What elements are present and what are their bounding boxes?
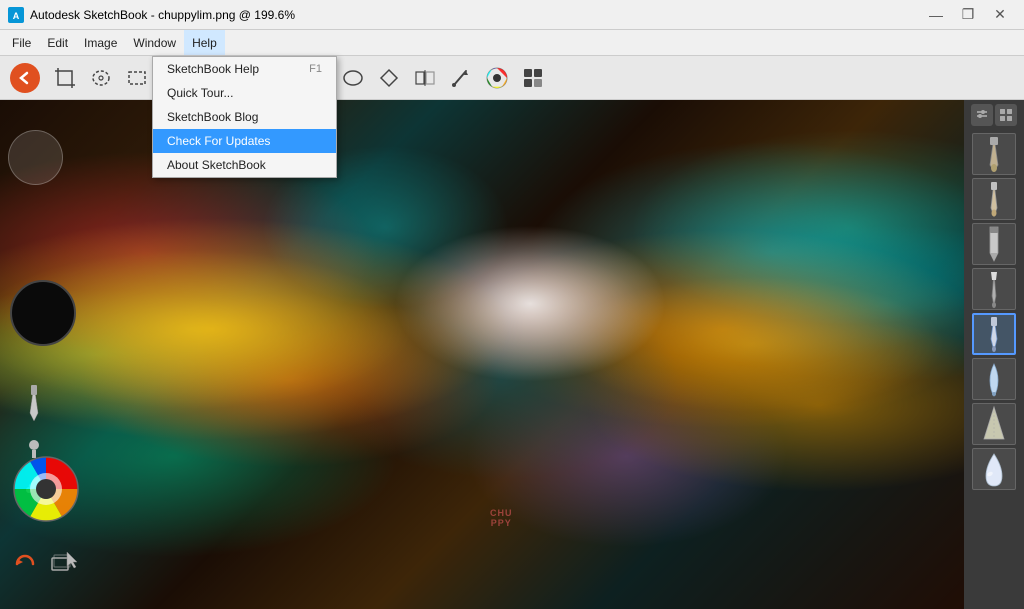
right-panel-icon2[interactable] <box>995 104 1017 126</box>
ellipse-icon <box>342 67 364 89</box>
brush-thumb-pen[interactable] <box>972 313 1016 355</box>
brush-thumb-triangle[interactable] <box>972 403 1016 445</box>
shape-icon <box>378 67 400 89</box>
undo-icon <box>13 552 37 576</box>
right-panel-top-row <box>971 104 1017 126</box>
menu-window[interactable]: Window <box>125 30 184 55</box>
menu-item-shortcut: F1 <box>309 63 322 75</box>
help-dropdown-menu: SketchBook Help F1 Quick Tour... SketchB… <box>152 56 337 178</box>
brush-water-icon <box>976 360 1012 398</box>
layers-icon <box>522 67 544 89</box>
menu-image[interactable]: Image <box>76 30 125 55</box>
brush-thumb-drop[interactable] <box>972 448 1016 490</box>
layers-button[interactable] <box>516 61 550 95</box>
brush-thumb-hard-pencil[interactable] <box>972 133 1016 175</box>
brush-triangle-icon <box>976 405 1012 443</box>
canvas-area[interactable]: CHUPPY <box>0 100 964 609</box>
close-button[interactable]: ✕ <box>984 0 1016 30</box>
menu-item-label: SketchBook Blog <box>167 110 258 124</box>
pointer-icon <box>63 548 85 570</box>
artwork-color-overlay <box>0 100 964 609</box>
pointer-tool-button[interactable] <box>60 545 88 573</box>
crop-tool-button[interactable] <box>48 61 82 95</box>
titlebar: A Autodesk SketchBook - chuppylim.png @ … <box>0 0 1024 30</box>
brush-thumb-water[interactable] <box>972 358 1016 400</box>
brush-thumb-marker[interactable] <box>972 223 1016 265</box>
color-wheel-panel[interactable] <box>10 453 86 529</box>
crop-icon <box>54 67 76 89</box>
brush-marker-icon <box>976 225 1012 263</box>
rect-select-button[interactable] <box>120 61 154 95</box>
autodesk-logo-icon: A <box>8 7 24 23</box>
menu-item-label: Check For Updates <box>167 134 270 148</box>
pen-tool-icon <box>20 385 48 423</box>
brush-ink-icon <box>976 270 1012 308</box>
rect-select-icon <box>126 67 148 89</box>
grid-icon <box>999 108 1013 122</box>
menu-item-label: Quick Tour... <box>167 86 233 100</box>
brush-tools-button[interactable] <box>444 61 478 95</box>
menu-item-label: SketchBook Help <box>167 62 259 76</box>
ellipse-tool-button[interactable] <box>336 61 370 95</box>
pen-tool-button[interactable] <box>20 385 50 425</box>
minimize-button[interactable]: — <box>920 0 952 30</box>
lasso-tool-button[interactable] <box>84 61 118 95</box>
menu-item-sketchbook-help[interactable]: SketchBook Help F1 <box>153 57 336 81</box>
titlebar-controls: — ❐ ✕ <box>920 0 1016 30</box>
sliders-icon <box>975 108 989 122</box>
menubar: File Edit Image Window Help SketchBook H… <box>0 30 1024 56</box>
lasso-icon <box>90 67 112 89</box>
color-wheel-button[interactable] <box>480 61 514 95</box>
color-wheel-icon <box>10 453 82 525</box>
titlebar-title: Autodesk SketchBook - chuppylim.png @ 19… <box>30 8 295 22</box>
color-wheel-toolbar-icon <box>485 66 509 90</box>
menu-item-about[interactable]: About SketchBook <box>153 153 336 177</box>
menu-edit[interactable]: Edit <box>39 30 76 55</box>
right-tools-panel <box>964 100 1024 609</box>
brush-thumb-soft-pencil[interactable] <box>972 178 1016 220</box>
brush-soft-pencil-icon <box>976 180 1012 218</box>
menu-item-quick-tour[interactable]: Quick Tour... <box>153 81 336 105</box>
shape-tool-button[interactable] <box>372 61 406 95</box>
menu-item-label: About SketchBook <box>167 158 266 172</box>
watermark: CHUPPY <box>490 509 513 529</box>
brush-hard-pencil-icon <box>976 135 1012 173</box>
brush-drop-icon <box>976 450 1012 488</box>
brush-pen-icon <box>976 315 1012 353</box>
back-arrow-button[interactable] <box>10 63 40 93</box>
brush-icon <box>450 67 472 89</box>
restore-button[interactable]: ❐ <box>952 0 984 30</box>
svg-text:A: A <box>13 11 20 21</box>
brush-thumb-ink[interactable] <box>972 268 1016 310</box>
flip-h-button[interactable] <box>408 61 442 95</box>
back-arrow-icon <box>17 70 33 86</box>
menu-file[interactable]: File <box>4 30 39 55</box>
right-panel-icon1[interactable] <box>971 104 993 126</box>
flip-h-icon <box>414 67 436 89</box>
undo-button[interactable] <box>10 549 40 579</box>
menu-item-sketchbook-blog[interactable]: SketchBook Blog <box>153 105 336 129</box>
menu-help[interactable]: Help <box>184 30 225 55</box>
menu-item-check-updates[interactable]: Check For Updates <box>153 129 336 153</box>
titlebar-left: A Autodesk SketchBook - chuppylim.png @ … <box>8 7 295 23</box>
